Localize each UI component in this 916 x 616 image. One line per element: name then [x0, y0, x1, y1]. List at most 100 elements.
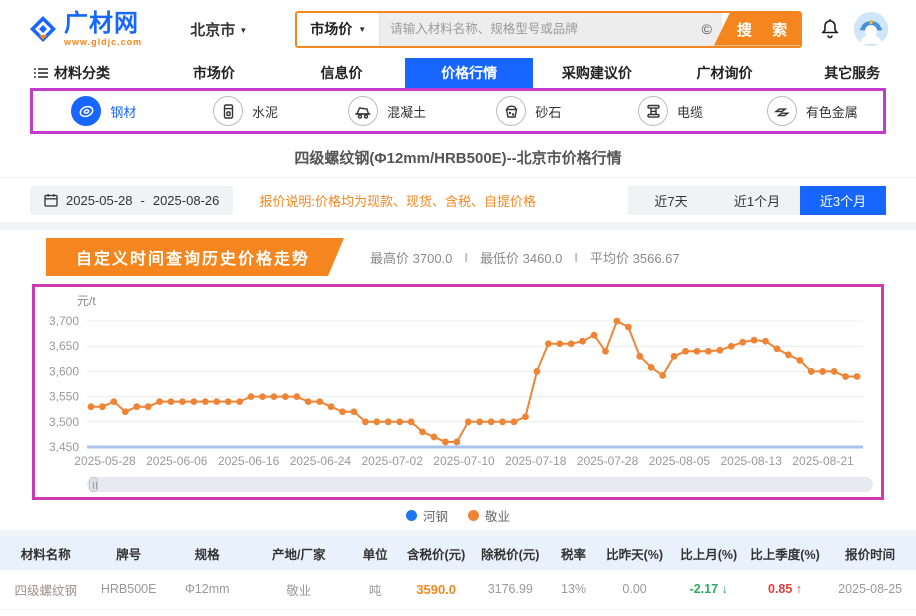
col-header-spec: 规格: [166, 536, 249, 570]
nav-item-4[interactable]: 价格行情: [405, 58, 533, 88]
logo-text: 广材网: [64, 12, 142, 36]
col-header-vs_quarter: 比上季度(%): [746, 536, 825, 570]
category-tab-4[interactable]: 砂石: [458, 96, 600, 126]
calendar-icon: [44, 193, 58, 207]
cell-vs_quarter: 0.85 ↑: [746, 609, 825, 616]
svg-text:3,550: 3,550: [49, 390, 79, 404]
range-button-1[interactable]: 近7天: [628, 186, 714, 215]
nav-item-label: 采购建议价: [562, 63, 632, 83]
category-tab-3[interactable]: 混凝土: [316, 96, 458, 126]
date-start: 2025-05-28: [66, 193, 133, 208]
category-label: 混凝土: [387, 102, 426, 121]
col-header-name: 材料名称: [0, 536, 92, 570]
svg-text:3,600: 3,600: [49, 364, 79, 378]
table-row[interactable]: 四级螺纹钢HRB500EΦ12mm河钢吨3590.03176.9913%0.00…: [0, 609, 916, 616]
col-header-tax_rate: 税率: [550, 536, 598, 570]
time-range-group: 近7天近1个月近3个月: [628, 186, 886, 215]
category-tab-6[interactable]: 有色金属: [741, 96, 883, 126]
svg-text:2025-06-06: 2025-06-06: [146, 454, 208, 468]
cell-tax_price: 3590.0: [401, 609, 471, 616]
price-stats: 最高价 3700.0I最低价 3460.0I平均价 3566.67: [370, 248, 680, 267]
chevron-down-icon: ▼: [358, 25, 366, 34]
legend-label: 河钢: [423, 506, 448, 525]
cell-quote_date: 2025-08-25: [824, 609, 916, 616]
cell-tax_price: 3590.0: [401, 570, 471, 609]
quote-note: 报价说明:价格均为现款、现货、含税、自提价格: [259, 191, 536, 210]
svg-text:2025-08-05: 2025-08-05: [649, 454, 711, 468]
search-input[interactable]: [380, 22, 697, 36]
table-row[interactable]: 四级螺纹钢HRB500EΦ12mm敬业吨3590.03176.9913%0.00…: [0, 570, 916, 609]
category-tab-5[interactable]: 电缆: [600, 96, 742, 126]
filter-row: 2025-05-28 - 2025-08-26 报价说明:价格均为现款、现货、含…: [0, 178, 916, 222]
chart-banner: 自定义时间查询历史价格走势: [46, 238, 344, 276]
cell-vs_month: -2.17 ↓: [672, 609, 746, 616]
category-label: 砂石: [535, 102, 561, 121]
search-bar: 市场价 ▼ © 搜 索: [295, 11, 802, 48]
col-header-no_tax_price: 除税价(元): [471, 536, 550, 570]
notification-bell-icon[interactable]: [820, 18, 840, 40]
logo-url: www.gldjc.com: [64, 38, 142, 47]
cell-tax_rate: 13%: [550, 570, 598, 609]
legend-item-河钢[interactable]: 河钢: [406, 506, 448, 525]
category-tab-1[interactable]: 钢材: [33, 96, 175, 126]
svg-text:2025-05-28: 2025-05-28: [74, 454, 136, 468]
category-row: 钢材水泥 混凝土 砂石 电缆 有色金属: [0, 88, 916, 138]
svg-text:2025-07-02: 2025-07-02: [362, 454, 424, 468]
cell-unit: 吨: [349, 609, 401, 616]
stat-separator: I: [462, 250, 470, 265]
nav-item-label: 市场价: [193, 63, 235, 83]
concrete-icon: [348, 96, 378, 126]
nav-item-label: 广材询价: [697, 63, 753, 83]
stat-item: 最高价 3700.0: [370, 248, 452, 267]
svg-text:2025-07-28: 2025-07-28: [577, 454, 639, 468]
cell-vs_month: -2.17 ↓: [672, 570, 746, 609]
cement-icon: [213, 96, 243, 126]
col-header-producer: 产地/厂家: [249, 536, 349, 570]
date-range-picker[interactable]: 2025-05-28 - 2025-08-26: [30, 186, 233, 215]
category-tab-2[interactable]: 水泥: [175, 96, 317, 126]
chart-legend: 河钢 敬业: [0, 500, 916, 530]
nav-item-2[interactable]: 市场价: [150, 58, 278, 88]
svg-text:2025-08-13: 2025-08-13: [721, 454, 783, 468]
price-line-chart[interactable]: 3,4503,5003,5503,6003,6503,7002025-05-28…: [35, 287, 879, 472]
city-selector[interactable]: 北京市 ▼: [190, 19, 247, 40]
svg-text:3,500: 3,500: [49, 415, 79, 429]
cell-producer: 河钢: [249, 609, 349, 616]
nav-item-7[interactable]: 其它服务: [788, 58, 916, 88]
legend-dot-icon: [468, 510, 479, 521]
table-header-row: 材料名称牌号规格产地/厂家单位含税价(元)除税价(元)税率比昨天(%)比上月(%…: [0, 536, 916, 570]
list-icon: [34, 67, 48, 79]
nav-item-6[interactable]: 广材询价: [661, 58, 789, 88]
stat-item: 平均价 3566.67: [590, 248, 680, 267]
chevron-down-icon: ▼: [239, 26, 247, 35]
stat-separator: I: [572, 250, 580, 265]
price-table-section: 材料名称牌号规格产地/厂家单位含税价(元)除税价(元)税率比昨天(%)比上月(%…: [0, 536, 916, 616]
steel-icon: [71, 96, 101, 126]
datazoom-slider[interactable]: [87, 477, 873, 492]
sandstone-icon: [496, 96, 526, 126]
cable-icon: [638, 96, 668, 126]
search-button[interactable]: 搜 索: [714, 13, 800, 46]
copyright-icon: ©: [698, 21, 722, 37]
cell-name: 四级螺纹钢: [0, 609, 92, 616]
range-button-3[interactable]: 近3个月: [800, 186, 886, 215]
user-avatar[interactable]: [854, 12, 888, 46]
site-logo[interactable]: 广材网 www.gldjc.com: [28, 12, 142, 47]
svg-text:3,450: 3,450: [49, 440, 79, 454]
svg-text:2025-06-24: 2025-06-24: [290, 454, 352, 468]
range-button-2[interactable]: 近1个月: [714, 186, 800, 215]
nav-item-3[interactable]: 信息价: [278, 58, 406, 88]
col-header-grade: 牌号: [92, 536, 166, 570]
nav-item-label: 信息价: [321, 63, 363, 83]
legend-label: 敬业: [485, 506, 510, 525]
nav-item-label: 价格行情: [441, 63, 497, 83]
search-category-select[interactable]: 市场价 ▼: [297, 13, 380, 46]
legend-item-敬业[interactable]: 敬业: [468, 506, 510, 525]
col-header-unit: 单位: [349, 536, 401, 570]
nav-item-1[interactable]: 材料分类: [0, 58, 150, 88]
category-label: 电缆: [677, 102, 703, 121]
datazoom-left-handle[interactable]: [89, 477, 98, 492]
chart-highlight-box: 元/t 3,4503,5003,5503,6003,6503,7002025-0…: [32, 284, 884, 500]
cell-grade: HRB500E: [92, 570, 166, 609]
nav-item-5[interactable]: 采购建议价: [533, 58, 661, 88]
